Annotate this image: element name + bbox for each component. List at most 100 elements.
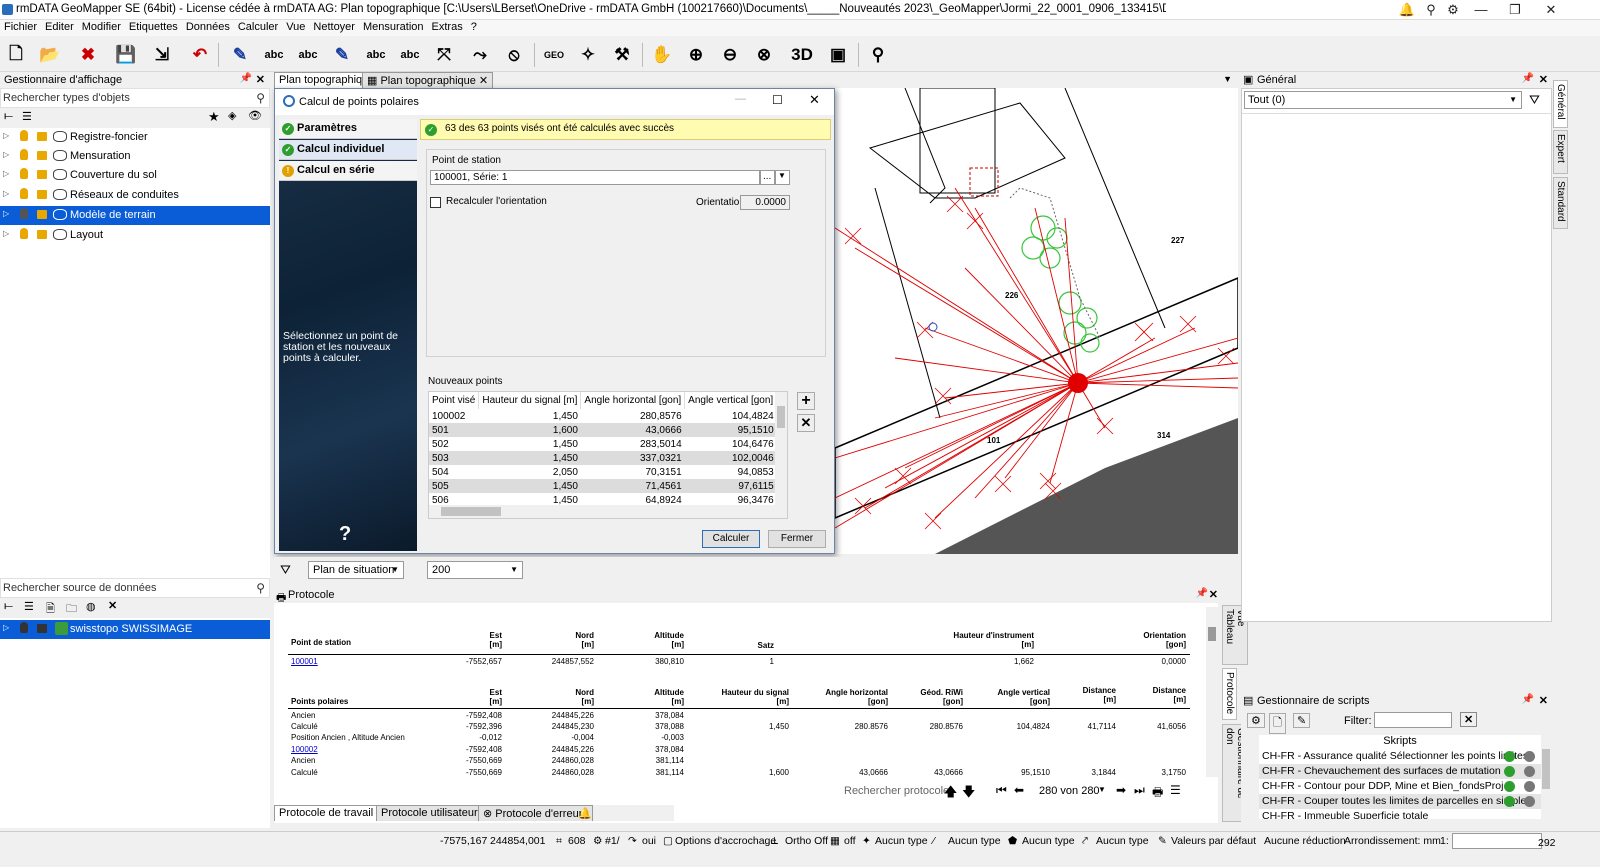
tree-item-mensuration[interactable]: ▷ Mensuration: [0, 147, 270, 166]
remove-icon[interactable]: [1524, 751, 1535, 762]
status-point[interactable]: #1/: [605, 835, 620, 847]
vtab-expert[interactable]: Expert: [1553, 130, 1568, 174]
menu-help[interactable]: ?: [467, 20, 481, 34]
protocol-menu-icon[interactable]: ☰: [1170, 783, 1181, 797]
close-button[interactable]: Fermer: [768, 530, 826, 548]
run-icon[interactable]: [1504, 781, 1515, 792]
orientation-field[interactable]: 0.0000: [740, 195, 790, 210]
help-icon[interactable]: ?: [339, 523, 351, 546]
script-item[interactable]: CH-FR - Contour pour DDP, Mine et Bien_f…: [1259, 779, 1541, 794]
status-rounding[interactable]: Arrondissement: mm: [1344, 835, 1441, 847]
star-icon[interactable]: ★: [208, 109, 220, 125]
tree-item-layout[interactable]: ▷ Layout: [0, 226, 270, 245]
remove-point-icon[interactable]: ✕: [797, 414, 815, 432]
search-icon[interactable]: ⚲: [256, 581, 265, 595]
script-item[interactable]: CH-FR - Assurance qualité Sélectionner l…: [1259, 749, 1541, 764]
remove-icon[interactable]: [1524, 781, 1535, 792]
undo-icon[interactable]: ↶: [186, 41, 214, 69]
object-type-search[interactable]: Rechercher types d'objets ⚲: [0, 88, 270, 108]
pin-icon[interactable]: 📌: [1522, 73, 1534, 84]
run-icon[interactable]: [1504, 796, 1515, 807]
next-page-icon[interactable]: ➡: [1116, 783, 1126, 797]
script-item[interactable]: CH-FR - Chevauchement des surfaces de mu…: [1259, 764, 1541, 779]
folder-icon[interactable]: 🗀: [66, 600, 77, 619]
delete-source-icon[interactable]: ✕: [108, 599, 117, 612]
step-calcul-individuel[interactable]: ✓ Calcul individuel: [279, 140, 417, 160]
script-item[interactable]: CH-FR - Couper toutes les limites de par…: [1259, 794, 1541, 809]
label-rotate-icon[interactable]: ✎: [328, 41, 356, 69]
search-icon[interactable]: ⚲: [256, 91, 265, 105]
scripts-scrollbar[interactable]: [1541, 735, 1551, 823]
menu-mensuration[interactable]: Mensuration: [359, 20, 428, 34]
tree-item-reseaux-de-conduites[interactable]: ▷ Réseaux de conduites: [0, 186, 270, 205]
prev-page-icon[interactable]: ⬅: [1014, 783, 1024, 797]
geo-icon[interactable]: GEO: [540, 41, 568, 69]
browse-button[interactable]: ...: [760, 170, 775, 185]
col-point-vise[interactable]: Point visé: [429, 392, 480, 409]
menu-editer[interactable]: Editer: [41, 20, 78, 34]
remove-icon[interactable]: [1524, 796, 1535, 807]
protocol-search[interactable]: Rechercher protocole: [844, 785, 949, 797]
globe-icon[interactable]: ◍: [86, 600, 96, 613]
scale-input[interactable]: 292: [1452, 833, 1556, 849]
table-row[interactable]: 504 2,050 70,3151 94,0853: [429, 465, 787, 479]
find-icon[interactable]: ⚲: [864, 41, 892, 69]
object-filter-select[interactable]: Tout (0) ▼: [1244, 91, 1522, 109]
status-type-3[interactable]: Aucun type: [1022, 835, 1075, 847]
point-link[interactable]: 100002: [291, 745, 318, 754]
status-type-1[interactable]: Aucun type: [875, 835, 928, 847]
vtab-general[interactable]: Général: [1553, 80, 1568, 128]
status-defaults[interactable]: Valeurs par défaut: [1171, 835, 1256, 847]
3d-icon[interactable]: 3D: [788, 41, 816, 69]
menu-fichier[interactable]: Fichier: [0, 20, 41, 34]
pan-icon[interactable]: ✋: [648, 41, 676, 69]
zoom-in-icon[interactable]: ⊕: [682, 41, 710, 69]
script-item[interactable]: CH-FR - Immeuble Superficie totale: [1259, 809, 1541, 819]
station-field[interactable]: 100001, Série: 1: [430, 170, 760, 185]
script-filter-input[interactable]: [1374, 712, 1452, 728]
vertical-scrollbar[interactable]: [775, 392, 787, 507]
pin-icon[interactable]: 📌: [240, 73, 252, 84]
tree-item-couverture-du-sol[interactable]: ▷ Couverture du sol: [0, 166, 270, 185]
save-icon[interactable]: 💾: [112, 41, 140, 69]
close-icon[interactable]: ✕: [1539, 694, 1548, 707]
station-dropdown-icon[interactable]: ▼: [775, 170, 790, 185]
col-angle-horizontal[interactable]: Angle horizontal [gon]: [580, 392, 686, 409]
menu-etiquettes[interactable]: Etiquettes: [125, 20, 182, 34]
status-type-4[interactable]: Aucun type: [1096, 835, 1149, 847]
status-reduction[interactable]: Aucune réduction: [1264, 835, 1346, 847]
col-angle-vertical[interactable]: Angle vertical [gon]: [684, 392, 778, 409]
table-row[interactable]: 503 1,450 337,0321 102,0046: [429, 451, 787, 465]
tool-icon[interactable]: ⚒: [608, 41, 636, 69]
table-row[interactable]: 502 1,450 283,5014 104,6476: [429, 437, 787, 451]
last-page-icon[interactable]: ⏭: [1134, 783, 1145, 798]
pin-icon[interactable]: 📌: [1196, 588, 1208, 599]
collapse-icon[interactable]: ⟝: [4, 110, 13, 123]
page-dropdown-icon[interactable]: ▼: [1098, 785, 1106, 794]
label-arc-icon[interactable]: ⤳: [466, 41, 494, 69]
scale-select[interactable]: 200 ▼: [427, 561, 523, 579]
script-link-icon[interactable]: ⚙: [1247, 713, 1265, 728]
close-icon[interactable]: ✕: [1209, 588, 1218, 601]
abc-edit-icon[interactable]: abc: [362, 41, 390, 69]
dialog-minimize-button[interactable]: —: [735, 93, 746, 105]
close-icon[interactable]: ✕: [1539, 73, 1548, 86]
map-view-icon[interactable]: ▣: [824, 41, 852, 69]
compass-icon[interactable]: ✧: [574, 41, 602, 69]
close-window-button[interactable]: ✕: [1534, 0, 1568, 20]
close-tab-icon[interactable]: ✕: [476, 75, 488, 87]
plan-select[interactable]: Plan de situation ▼: [308, 561, 404, 579]
collapse-icon[interactable]: ⟝: [4, 600, 13, 613]
remove-icon[interactable]: [1524, 766, 1535, 777]
label-tool-icon[interactable]: ✎: [226, 41, 254, 69]
status-snap-on[interactable]: oui: [642, 835, 656, 847]
tab-protocole-travail[interactable]: Protocole de travail: [274, 805, 379, 821]
new-points-table[interactable]: Point visé Hauteur du signal [m] Angle h…: [428, 391, 788, 519]
script-new-icon[interactable]: 🗋: [1269, 713, 1286, 734]
eye-icon[interactable]: 👁: [248, 109, 262, 122]
new-file-icon[interactable]: 🗋: [2, 41, 30, 69]
tab-dropdown-icon[interactable]: ▼: [1223, 74, 1232, 84]
abc-move-icon[interactable]: abc: [294, 41, 322, 69]
abc-label-icon[interactable]: abc: [260, 41, 288, 69]
bell-icon[interactable]: 🔔: [578, 807, 592, 820]
